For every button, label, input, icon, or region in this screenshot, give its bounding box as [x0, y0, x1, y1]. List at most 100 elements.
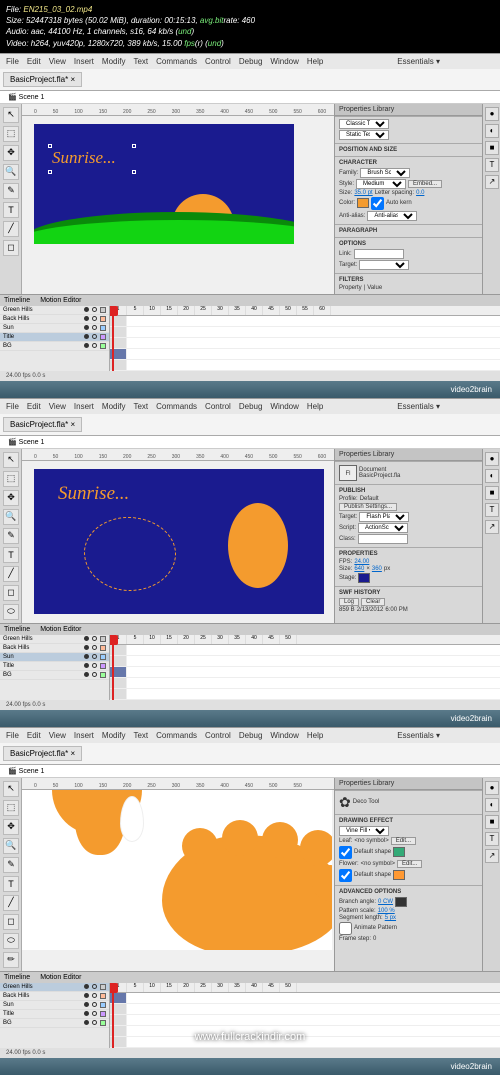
paragraph-header[interactable]: PARAGRAPH — [339, 227, 478, 235]
effect-select[interactable]: Vine Fill ▾ — [339, 826, 389, 836]
text-tool[interactable]: T — [3, 202, 19, 218]
document-tab[interactable]: BasicProject.fla* × — [3, 417, 82, 432]
stage-height[interactable]: 360 — [372, 566, 382, 572]
leaf-color-swatch[interactable] — [393, 847, 405, 857]
font-size-value[interactable]: 35.0 pt — [354, 190, 372, 196]
motion-editor-tab[interactable]: Motion Editor — [40, 297, 81, 304]
color-tool[interactable]: ● — [485, 107, 499, 121]
lock-icon[interactable] — [92, 307, 97, 312]
playhead[interactable] — [112, 983, 114, 1048]
align-tool[interactable]: ■ — [485, 141, 499, 155]
rectangle-tool[interactable]: ◻ — [3, 240, 19, 256]
class-input[interactable] — [358, 534, 408, 544]
position-size-header[interactable]: POSITION AND SIZE — [339, 146, 478, 154]
menu-help[interactable]: Help — [307, 57, 323, 66]
segment-length-value[interactable]: 5 px — [385, 915, 396, 921]
letter-spacing-value[interactable]: 0.0 — [416, 190, 424, 196]
layer-name[interactable]: Sun — [3, 325, 14, 331]
scene-label[interactable]: Scene 1 — [19, 94, 45, 101]
menu-insert[interactable]: Insert — [74, 57, 94, 66]
publish-settings-button[interactable]: Publish Settings... — [339, 503, 397, 511]
stage-canvas[interactable]: Sunrise... — [34, 124, 294, 244]
menu-text[interactable]: Text — [133, 57, 148, 66]
advanced-options-header[interactable]: ADVANCED OPTIONS — [339, 888, 478, 896]
swf-history-header[interactable]: SWF HISTORY — [339, 589, 478, 597]
script-select[interactable]: ActionScript 3.0 ▾ — [358, 523, 408, 533]
transform-tool[interactable]: ↗ — [485, 175, 499, 189]
antialias-select[interactable]: Anti-alias for readability ▾ — [367, 211, 417, 221]
playhead[interactable] — [112, 306, 114, 371]
options-header[interactable]: OPTIONS — [339, 240, 478, 248]
visibility-icon[interactable] — [84, 307, 89, 312]
subselect-tool[interactable]: ⬚ — [3, 126, 19, 142]
character-header[interactable]: CHARACTER — [339, 159, 478, 167]
flower-color-swatch[interactable] — [393, 870, 405, 880]
zoom-tool[interactable]: 🔍 — [3, 164, 19, 180]
flower-default-checkbox[interactable] — [339, 869, 352, 882]
outline-icon[interactable] — [100, 307, 106, 313]
publish-header[interactable]: PUBLISH — [339, 487, 478, 495]
sunrise-text[interactable]: Sunrise... — [52, 148, 116, 168]
log-button[interactable]: Log — [339, 598, 359, 606]
menu-commands[interactable]: Commands — [156, 57, 197, 66]
text-color-swatch[interactable] — [357, 198, 369, 208]
layer-name[interactable]: Title — [3, 334, 14, 340]
stage-area[interactable]: 0501001502002503003504004505005506006507… — [22, 104, 334, 294]
layer-name[interactable]: Green Hills — [3, 307, 33, 313]
flower-edit-button[interactable]: Edit... — [397, 860, 422, 868]
selection-handle[interactable] — [48, 170, 52, 174]
menu-modify[interactable]: Modify — [102, 57, 126, 66]
swatch-tool[interactable]: ◐ — [485, 124, 499, 138]
menu-view[interactable]: View — [49, 57, 66, 66]
text-engine-select[interactable]: Classic Text — [339, 119, 389, 129]
free-transform-tool[interactable]: ✥ — [3, 145, 19, 161]
menu-edit[interactable]: Edit — [27, 57, 41, 66]
selection-tool[interactable]: ↖ — [3, 107, 19, 123]
filters-header[interactable]: FILTERS — [339, 276, 478, 284]
timeline-tab[interactable]: Timeline — [4, 297, 30, 304]
frame-step-value[interactable]: 0 — [373, 936, 376, 942]
sun-outline-path[interactable] — [84, 517, 176, 591]
embed-button[interactable]: Embed... — [408, 180, 442, 188]
drawing-effect-header[interactable]: DRAWING EFFECT — [339, 817, 478, 825]
clear-button[interactable]: Clear — [361, 598, 385, 606]
font-family-select[interactable]: Brush Script Std — [360, 168, 410, 178]
text-type-select[interactable]: Static Text ▾ — [339, 130, 389, 140]
auto-kern-checkbox[interactable] — [371, 197, 384, 210]
link-input[interactable] — [354, 249, 404, 259]
pattern-scale-value[interactable]: 100 % — [378, 908, 395, 914]
stage-area[interactable]: 050100150200250300350400450500550 — [22, 778, 334, 971]
target-player-select[interactable]: Flash Player 11.2 ▾ — [359, 512, 409, 522]
selection-handle[interactable] — [48, 144, 52, 148]
layer-name[interactable]: BG — [3, 343, 12, 349]
panel-tabs[interactable]: Properties Library — [335, 104, 482, 116]
stage-area[interactable]: 050100150200250300350400450500550600 Sun… — [22, 449, 334, 623]
stage-canvas[interactable] — [22, 790, 332, 950]
animate-pattern-checkbox[interactable] — [339, 922, 352, 935]
workspace-dropdown[interactable]: Essentials ▾ — [397, 57, 440, 66]
properties-header[interactable]: PROPERTIES — [339, 550, 478, 558]
menu-control[interactable]: Control — [205, 57, 231, 66]
fps-value[interactable]: 24.00 — [354, 559, 369, 565]
timeline-frames[interactable]: 151015202530354045505560 — [110, 306, 500, 371]
leaf-default-checkbox[interactable] — [339, 846, 352, 859]
menu-file[interactable]: File — [6, 57, 19, 66]
selection-handle[interactable] — [132, 170, 136, 174]
sun-ellipse[interactable] — [228, 503, 288, 588]
leaf-edit-button[interactable]: Edit... — [391, 837, 416, 845]
pen-tool[interactable]: ✎ — [3, 183, 19, 199]
target-select[interactable] — [359, 260, 409, 270]
menu-debug[interactable]: Debug — [239, 57, 263, 66]
branch-angle-value[interactable]: 0 CW — [378, 899, 393, 905]
playhead[interactable] — [112, 635, 114, 700]
stage-width[interactable]: 640 — [354, 566, 364, 572]
close-icon[interactable]: × — [70, 75, 75, 84]
menu-window[interactable]: Window — [270, 57, 298, 66]
selection-handle[interactable] — [132, 144, 136, 148]
branch-color-swatch[interactable] — [395, 897, 407, 907]
info-tool[interactable]: T — [485, 158, 499, 172]
font-style-select[interactable]: Medium — [356, 179, 406, 189]
stage-canvas[interactable]: Sunrise... — [34, 469, 324, 614]
document-tab[interactable]: BasicProject.fla* × — [3, 72, 82, 87]
line-tool[interactable]: ╱ — [3, 221, 19, 237]
